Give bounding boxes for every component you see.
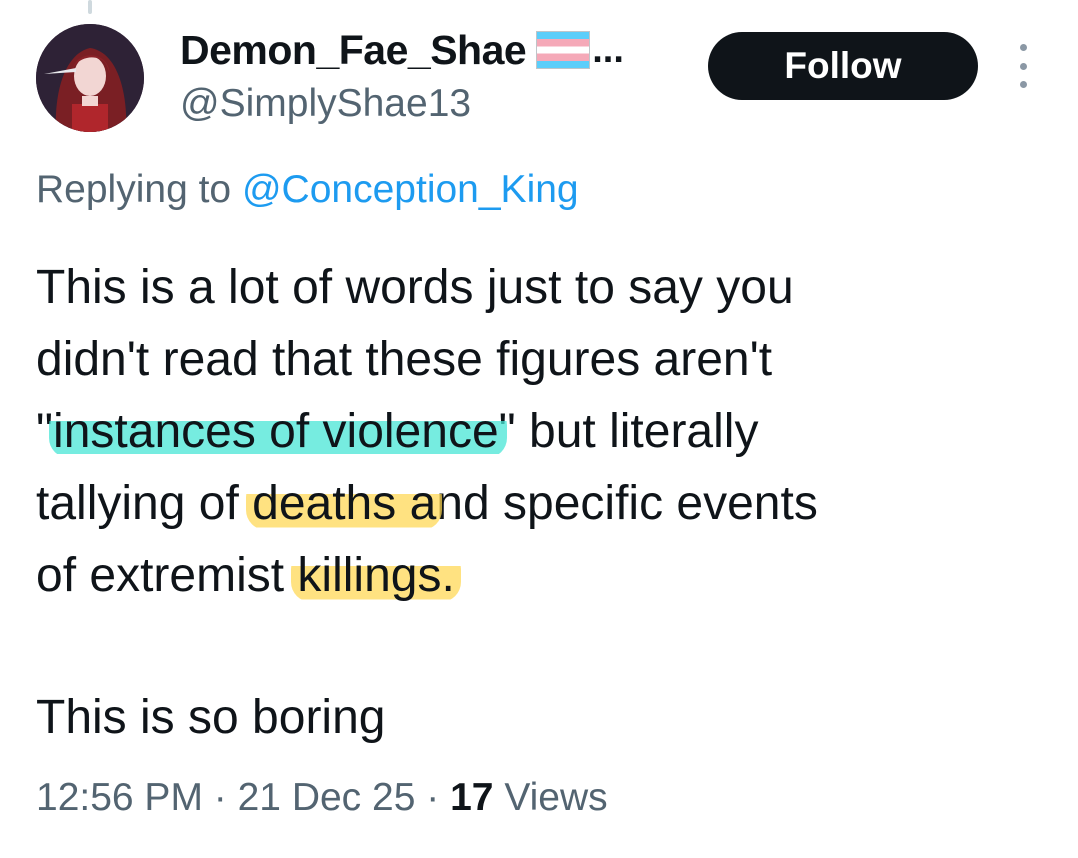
meta-separator: ·: [415, 776, 451, 819]
replying-to: Replying to @Conception_King: [36, 168, 579, 212]
replying-to-mention[interactable]: @Conception_King: [242, 168, 579, 211]
tweet-time[interactable]: 12:56 PM: [36, 776, 203, 819]
tweet-date[interactable]: 21 Dec 25: [238, 776, 416, 819]
avatar[interactable]: [36, 24, 144, 132]
replying-to-prefix: Replying to: [36, 168, 232, 211]
author-display-name[interactable]: Demon_Fae_Shae: [180, 27, 527, 74]
author-name-row[interactable]: Demon_Fae_Shae ...: [180, 26, 624, 74]
more-dot: [1019, 62, 1027, 70]
author-handle[interactable]: @SimplyShae13: [180, 82, 471, 126]
tweet-text: This is a lot of words just to say you d…: [36, 252, 1036, 612]
meta-separator: ·: [202, 776, 238, 819]
tweet-text-fragment: of extremist: [36, 549, 298, 602]
tweet-line: of extremist killings.: [36, 540, 1036, 612]
more-dot: [1019, 44, 1027, 51]
name-truncation: ...: [592, 28, 624, 71]
more-options-icon[interactable]: [1012, 44, 1034, 88]
views-label: Views: [504, 776, 608, 819]
tweet-line: "instances of violence" but literally: [36, 396, 1036, 468]
more-dot: [1019, 81, 1027, 88]
tweet-line: This is a lot of words just to say you: [36, 261, 794, 314]
tweet-text-fragment: tallying of: [36, 477, 253, 530]
highlight-yellow: deaths a: [246, 477, 443, 530]
tweet-closing-line: This is so boring: [36, 691, 386, 744]
tweet-line: tallying of deaths and specific events: [36, 468, 1036, 540]
tweet-text-fragment: " but literally: [498, 405, 759, 458]
transgender-flag-icon: [536, 31, 591, 69]
highlight-yellow: killings.: [291, 549, 461, 602]
views-count: 17: [450, 776, 494, 819]
tweet-text-fragment: nd specific events: [436, 477, 818, 530]
avatar-image: [36, 24, 144, 132]
tweet-meta: 12:56 PM · 21 Dec 25 · 17 Views: [36, 776, 608, 820]
highlight-cyan: instances of violence: [49, 405, 507, 458]
tweet-line: didn't read that these figures aren't: [36, 333, 773, 386]
follow-button[interactable]: Follow: [708, 32, 978, 100]
thread-connector-line: [88, 0, 92, 14]
